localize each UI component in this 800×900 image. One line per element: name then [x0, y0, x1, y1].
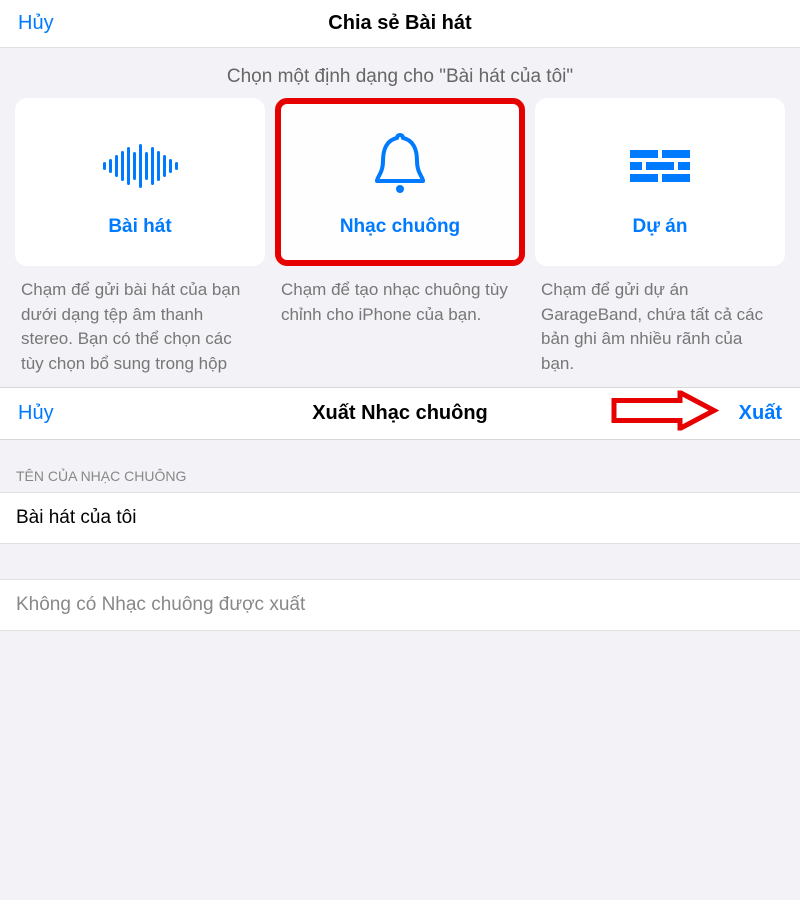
ringtone-desc: Chạm để tạo nhạc chuông tùy chỉnh cho iP… [275, 266, 525, 337]
ringtone-card-wrapper: Nhạc chuông Chạm để tạo nhạc chuông tùy … [275, 98, 525, 387]
format-subtitle: Chọn một định dạng cho "Bài hát của tôi" [0, 48, 800, 98]
song-desc: Chạm để gửi bài hát của bạn dưới dạng tệ… [15, 266, 265, 387]
share-song-header: Hủy Chia sẻ Bài hát [0, 0, 800, 48]
song-card[interactable]: Bài hát [15, 98, 265, 266]
bell-icon [369, 126, 431, 206]
cancel-button[interactable]: Hủy [18, 12, 54, 35]
format-cards: Bài hát Chạm để gửi bài hát của bạn dưới… [0, 98, 800, 387]
song-label: Bài hát [108, 216, 171, 238]
export-title: Xuất Nhạc chuông [312, 402, 488, 425]
export-ringtone-header: Hủy Xuất Nhạc chuông Xuất [0, 387, 800, 440]
ringtone-label: Nhạc chuông [340, 216, 460, 238]
project-card-wrapper: Dự án Chạm để gửi dự án GarageBand, chứa… [535, 98, 785, 387]
project-card[interactable]: Dự án [535, 98, 785, 266]
arrow-annotation-icon [610, 391, 720, 436]
ringtone-card[interactable]: Nhạc chuông [275, 98, 525, 266]
ringtone-name-section-label: TÊN CỦA NHẠC CHUÔNG [0, 440, 800, 492]
project-desc: Chạm để gửi dự án GarageBand, chứa tất c… [535, 266, 785, 387]
export-status: Không có Nhạc chuông được xuất [0, 579, 800, 631]
cancel-export-button[interactable]: Hủy [18, 402, 54, 425]
bricks-icon [630, 126, 690, 206]
song-card-wrapper: Bài hát Chạm để gửi bài hát của bạn dưới… [15, 98, 265, 387]
project-label: Dự án [633, 216, 688, 238]
ringtone-name-input[interactable]: Bài hát của tôi [0, 492, 800, 544]
share-title: Chia sẻ Bài hát [328, 12, 471, 35]
export-button[interactable]: Xuất [739, 402, 782, 425]
waveform-icon [103, 126, 178, 206]
